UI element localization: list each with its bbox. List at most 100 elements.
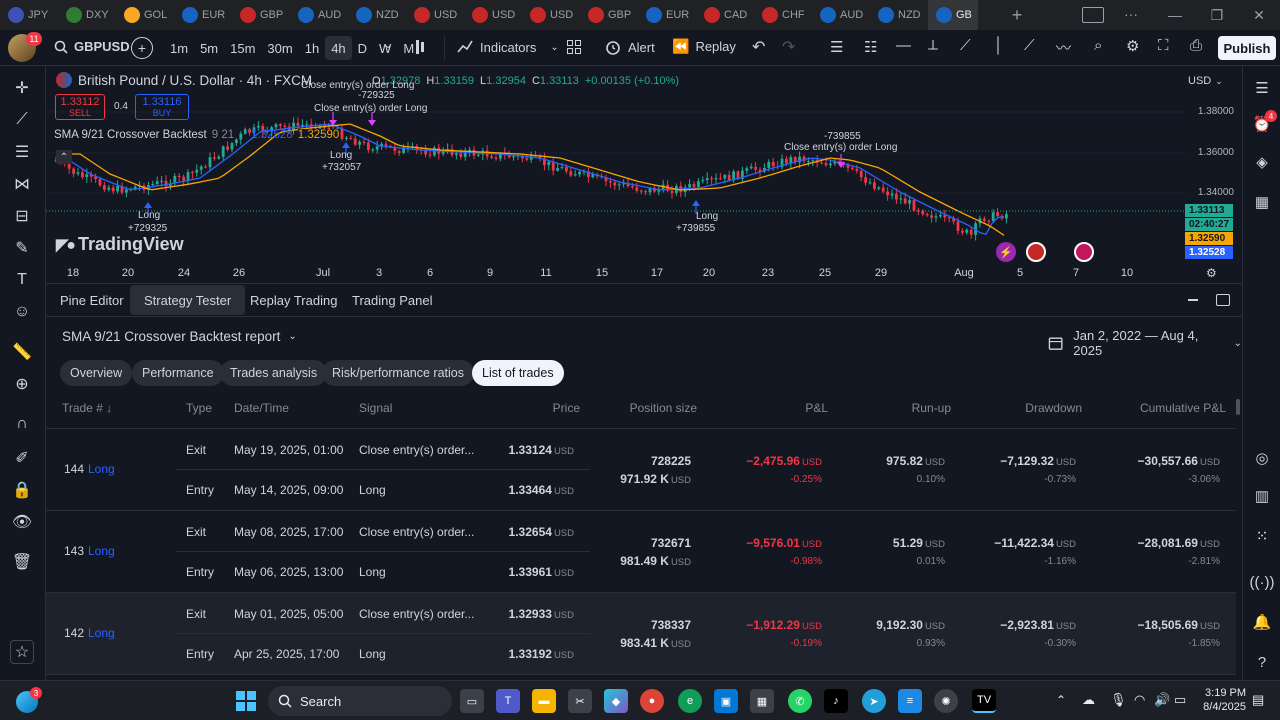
column-header[interactable]: Trade # ↓ [62, 401, 112, 415]
browser-tab[interactable]: EUR [174, 0, 232, 30]
chevron-down-icon[interactable]: ⌄ [384, 40, 392, 51]
apps-grid-icon[interactable]: ⁙ [1250, 524, 1274, 548]
copilot-icon[interactable]: ◆ [604, 689, 628, 713]
browser-tab[interactable]: AUD [290, 0, 348, 30]
minimize-button[interactable]: — [1154, 0, 1196, 30]
browser-tab[interactable]: USD [522, 0, 580, 30]
browser-tab[interactable]: GBP [232, 0, 290, 30]
maximize-button[interactable]: ❐ [1196, 0, 1238, 30]
browser-tab[interactable]: GBP [580, 0, 638, 30]
battery-icon[interactable]: ▭ [1174, 692, 1186, 708]
timeframe-D[interactable]: D [352, 36, 373, 60]
column-header[interactable]: P&L [805, 401, 828, 415]
path-icon[interactable]: ⟋ [1024, 37, 1035, 54]
close-window-button[interactable]: ✕ [1238, 0, 1280, 30]
trade-row[interactable]: 144 Long Exit May 19, 2025, 01:00 Close entr… [46, 429, 1236, 510]
onedrive-icon[interactable]: ☁ [1082, 692, 1095, 708]
browser-tab[interactable]: NZD [870, 0, 928, 30]
data-window-icon[interactable]: ☷ [864, 38, 877, 56]
trash-icon[interactable]: 🗑 [10, 550, 34, 574]
trend-line-icon[interactable]: ⟋ [960, 37, 971, 54]
symbol-search[interactable]: GBPUSD [54, 39, 130, 54]
object-tree-icon[interactable]: ☰ [830, 38, 843, 56]
subtab-performance[interactable]: Performance [132, 360, 224, 386]
panel-tab-trading-panel[interactable]: Trading Panel [338, 285, 446, 315]
settings-gear-icon[interactable]: ⚙ [1126, 37, 1139, 55]
watchlist-icon[interactable]: ☰ [1250, 76, 1274, 100]
redo-icon[interactable]: ↷ [782, 37, 795, 57]
calculator-icon[interactable]: ▦ [750, 689, 774, 713]
collapse-legend-icon[interactable]: ⌃ [56, 150, 72, 164]
notepad-icon[interactable]: ≡ [898, 689, 922, 713]
volume-icon[interactable]: 🔊 [1154, 692, 1170, 708]
zigzag-icon[interactable]: 〰 [1056, 37, 1071, 58]
us-flag-event-icon[interactable] [1026, 242, 1046, 262]
browser-tab[interactable]: JPY [0, 0, 58, 30]
microphone-icon[interactable]: 🎙 [1110, 692, 1127, 708]
time-axis[interactable]: 18 20 24 26 Jul 3 6 9 11 15 17 20 23 25 29 Aug 5 7 10 [46, 264, 1186, 284]
column-header[interactable]: Type [186, 401, 212, 415]
timeframe-1h[interactable]: 1h [299, 36, 325, 60]
whatsapp-icon[interactable]: ✆ [788, 689, 812, 713]
trade-row[interactable]: 143 Long Exit May 08, 2025, 17:00 Close entr… [46, 511, 1236, 592]
trade-row[interactable]: 142 Long Exit May 01, 2025, 05:00 Close entr… [46, 593, 1236, 674]
browser-tab[interactable]: GOL [116, 0, 174, 30]
task-view-icon[interactable]: ▭ [460, 689, 484, 713]
data-window-sidebar-icon[interactable]: ▦ [1250, 190, 1274, 214]
browser-tab[interactable]: DXY [58, 0, 116, 30]
snipping-tool-icon[interactable]: ✂ [568, 689, 592, 713]
column-header[interactable]: Run-up [912, 401, 951, 415]
browser-tab[interactable]: GB✕ [928, 0, 978, 30]
browser-tab[interactable]: CAD [696, 0, 754, 30]
sell-button[interactable]: 1.33112 SELL [55, 94, 105, 120]
notifications-bell-icon[interactable]: 🔔 [1250, 610, 1274, 634]
table-scrollbar[interactable] [1236, 399, 1240, 415]
eye-icon[interactable]: 👁 [10, 510, 34, 534]
trend-line-tool-icon[interactable]: ⟋ [10, 108, 34, 132]
ruler-icon[interactable]: 📏 [10, 340, 34, 364]
browser-tab[interactable]: USD [464, 0, 522, 30]
new-tab-button[interactable]: + [1006, 4, 1028, 26]
browser-tab[interactable]: AUD [812, 0, 870, 30]
system-clock[interactable]: 3:19 PM 8/4/2025 [1200, 686, 1246, 714]
chrome-icon[interactable]: ● [640, 689, 664, 713]
buy-button[interactable]: 1.33116 BUY [135, 94, 189, 120]
chatgpt-icon[interactable]: ✺ [934, 689, 958, 713]
store-icon[interactable]: ▣ [714, 689, 738, 713]
replay-button[interactable]: ⏪ Replay [672, 38, 736, 55]
date-range-selector[interactable]: Jan 2, 2022 — Aug 4, 2025 ⌄ [1048, 328, 1242, 358]
show-hidden-icons[interactable]: ⌃ [1056, 693, 1066, 707]
lightning-event-icon[interactable]: ⚡ [996, 242, 1016, 262]
notification-center-icon[interactable]: ▤ [1252, 692, 1264, 708]
timeframe-4h[interactable]: 4h [325, 36, 352, 60]
chart-settings-icon[interactable]: ⚙ [1206, 266, 1217, 280]
horizontal-line-icon[interactable]: — [896, 37, 911, 54]
column-header[interactable]: Position size [630, 401, 697, 415]
cast-icon[interactable] [1082, 7, 1104, 23]
emoji-tool-icon[interactable]: ☺ [10, 300, 34, 324]
subtab-trades-analysis[interactable]: Trades analysis [220, 360, 328, 386]
horizontal-ray-icon[interactable]: ⟂ [928, 37, 938, 54]
brush-tool-icon[interactable]: ✎ [10, 236, 34, 260]
indicators-button[interactable]: Indicators ⌄ [456, 38, 559, 56]
text-tool-icon[interactable]: T [10, 268, 34, 292]
crosshair-icon[interactable]: ✛ [10, 76, 34, 100]
teams-icon[interactable]: T [496, 689, 520, 713]
panel-tab-replay-trading[interactable]: Replay Trading [236, 285, 351, 315]
alert-button[interactable]: Alert [604, 38, 655, 56]
browser-tab[interactable]: USD [406, 0, 464, 30]
browser-tab[interactable]: CHF [754, 0, 812, 30]
subtab-overview[interactable]: Overview [60, 360, 133, 386]
fullscreen-icon[interactable]: ⛶ [1158, 37, 1169, 54]
target-icon[interactable]: ◎ [1250, 446, 1274, 470]
help-icon[interactable]: ? [1250, 650, 1274, 674]
pattern-tool-icon[interactable]: ⋈ [10, 172, 34, 196]
zoom-icon[interactable]: ⌕ [1094, 37, 1102, 54]
camera-icon[interactable]: ⎙ [1190, 37, 1202, 54]
panel-tab-pine-editor[interactable]: Pine Editor [46, 285, 138, 315]
lock-icon[interactable]: 🔒 [10, 478, 34, 502]
strategy-legend[interactable]: SMA 9/21 Crossover Backtest 9 21 1.32528… [54, 129, 340, 141]
layers-icon[interactable]: ◈ [1250, 150, 1274, 174]
timeframe-1m[interactable]: 1m [164, 36, 194, 60]
vertical-line-icon[interactable]: │ [994, 37, 1003, 54]
